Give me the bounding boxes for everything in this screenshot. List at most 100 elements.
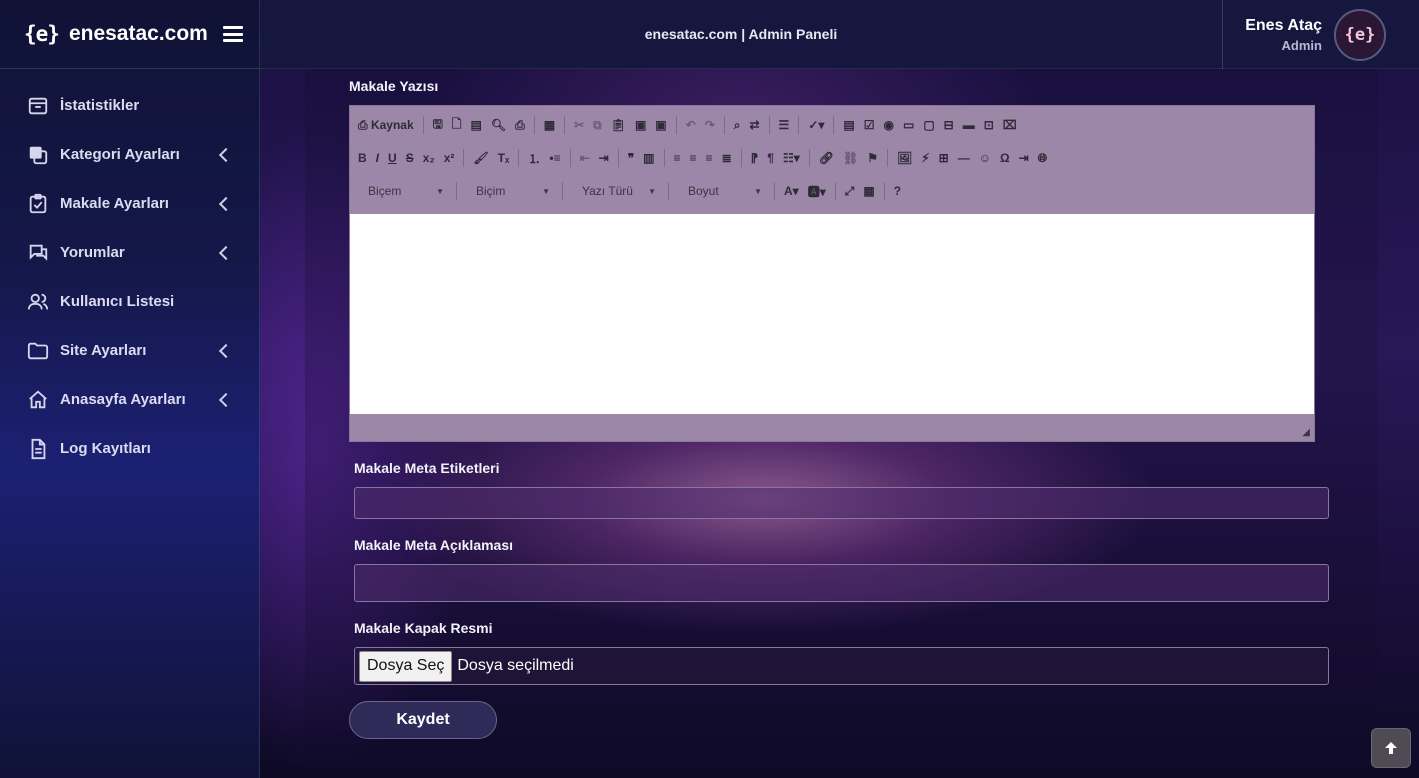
cut-icon[interactable]: ✂: [574, 118, 584, 132]
sidebar-item-users[interactable]: Kullanıcı Listesi: [0, 277, 259, 326]
export-pdf-icon[interactable]: ▤: [471, 118, 482, 132]
sidebar-item-articles[interactable]: Makale Ayarları: [0, 179, 259, 228]
meta-description-input[interactable]: [354, 564, 1329, 602]
maximize-icon[interactable]: ⤢: [845, 184, 855, 199]
paste-word-icon[interactable]: ▣: [655, 118, 666, 132]
table-icon[interactable]: ⊞: [939, 151, 949, 165]
form-icon[interactable]: ▤: [843, 118, 854, 132]
subscript-icon[interactable]: x₂: [423, 151, 435, 165]
page-break-icon[interactable]: ⇥: [1019, 151, 1029, 165]
new-page-icon[interactable]: 🗋: [452, 115, 462, 136]
comments-icon: [26, 241, 50, 265]
sidebar-item-categories[interactable]: Kategori Ayarları: [0, 130, 259, 179]
radio-icon[interactable]: ◉: [884, 118, 894, 132]
smiley-icon[interactable]: ☺: [979, 151, 991, 165]
size-select[interactable]: Boyut ▼: [678, 181, 766, 201]
source-button[interactable]: ⎙ Kaynak: [358, 118, 414, 133]
button-field-icon[interactable]: ▬: [963, 118, 975, 132]
iframe-icon[interactable]: 🌐︎: [1038, 151, 1048, 166]
file-status-text: Dosya seçilmedi: [457, 657, 574, 674]
align-left-icon[interactable]: ≡: [674, 151, 681, 165]
source-button-label: Kaynak: [370, 117, 414, 132]
blockquote-icon[interactable]: ❞: [628, 151, 634, 165]
paste-text-icon[interactable]: ▣: [635, 118, 646, 132]
checkbox-icon[interactable]: ☑: [864, 118, 875, 132]
sidebar-item-statistics[interactable]: İstatistikler: [0, 81, 259, 130]
sidebar-item-comments[interactable]: Yorumlar: [0, 228, 259, 277]
bulleted-list-icon[interactable]: •≡: [549, 151, 560, 165]
copy-icon[interactable]: ⧉: [593, 118, 602, 133]
flash-icon[interactable]: ⚡︎: [921, 151, 929, 165]
spellcheck-icon[interactable]: ✓▾: [808, 118, 824, 132]
horizontal-line-icon[interactable]: —: [958, 151, 970, 165]
toolbar-separator: [518, 149, 520, 167]
style-select[interactable]: Biçem ▼: [358, 181, 448, 201]
image-button-icon[interactable]: ⊡: [984, 118, 994, 132]
text-color-icon[interactable]: A▾: [784, 184, 799, 198]
brand-name[interactable]: enesatac.com: [69, 22, 208, 46]
underline-icon[interactable]: U: [388, 151, 397, 165]
brand-logo[interactable]: {e}: [24, 22, 60, 46]
menu-toggle-icon[interactable]: [222, 26, 243, 42]
textarea-icon[interactable]: ▢: [923, 118, 934, 132]
meta-description-label: Makale Meta Açıklaması: [354, 537, 514, 553]
sidebar-item-homepage-settings[interactable]: Anasayfa Ayarları: [0, 375, 259, 424]
outdent-icon[interactable]: ⇤: [580, 151, 590, 165]
redo-icon[interactable]: ↷: [705, 118, 715, 132]
choose-file-button[interactable]: Dosya Seç: [359, 650, 453, 682]
superscript-icon[interactable]: x²: [444, 151, 455, 165]
sidebar-item-site-settings[interactable]: Site Ayarları: [0, 326, 259, 375]
sidebar-item-logs[interactable]: Log Kayıtları: [0, 424, 259, 473]
select-all-icon[interactable]: ☰: [779, 118, 790, 132]
toolbar-separator: [768, 116, 770, 134]
toolbar-separator: [533, 116, 535, 134]
remove-format-icon[interactable]: Tₓ: [498, 151, 510, 165]
avatar[interactable]: {e}: [1334, 8, 1386, 61]
select-field-icon[interactable]: ⊟: [944, 118, 954, 132]
toolbar-separator: [562, 182, 563, 200]
language-icon[interactable]: ☷▾: [783, 151, 800, 165]
undo-icon[interactable]: ↶: [686, 118, 696, 132]
templates-icon[interactable]: ▦: [544, 118, 555, 132]
unlink-icon[interactable]: ⛓: [843, 151, 858, 165]
save-button[interactable]: Kaydet: [349, 701, 497, 739]
hidden-field-icon[interactable]: ⌧: [1003, 118, 1017, 132]
align-center-icon[interactable]: ≡: [690, 151, 697, 165]
cover-image-label: Makale Kapak Resmi: [354, 620, 493, 636]
font-select[interactable]: Yazı Türü ▼: [572, 181, 660, 201]
scroll-to-top-button[interactable]: [1371, 728, 1411, 768]
text-field-icon[interactable]: ▭: [903, 118, 914, 132]
numbered-list-icon[interactable]: ⒈: [528, 150, 540, 167]
chevron-left-icon: [218, 245, 234, 260]
meta-tags-input[interactable]: [354, 487, 1329, 519]
help-icon[interactable]: ?: [894, 184, 901, 198]
cover-image-file-input[interactable]: Dosya Seç Dosya seçilmedi: [354, 647, 1329, 685]
preview-icon[interactable]: 🔍︎: [491, 118, 506, 132]
special-char-icon[interactable]: Ω: [1000, 151, 1010, 165]
indent-icon[interactable]: ⇥: [599, 151, 609, 165]
show-blocks-icon[interactable]: ▦: [863, 184, 874, 198]
ltr-icon[interactable]: ⁋: [751, 151, 759, 165]
replace-icon[interactable]: ⇄: [749, 118, 759, 132]
find-icon[interactable]: ⌕: [734, 118, 741, 133]
image-icon[interactable]: 🖼︎: [897, 151, 912, 165]
align-right-icon[interactable]: ≡: [706, 151, 713, 165]
format-select[interactable]: Biçim ▼: [466, 181, 554, 201]
copy-format-icon[interactable]: 🖌︎: [473, 151, 488, 165]
paste-icon[interactable]: 📋︎: [611, 118, 626, 132]
italic-icon[interactable]: I: [376, 151, 379, 165]
editor-content-area[interactable]: [350, 214, 1314, 414]
print-icon[interactable]: ⎙: [515, 118, 525, 133]
anchor-flag-icon[interactable]: ⚑: [867, 151, 878, 165]
div-container-icon[interactable]: ▥: [643, 151, 654, 165]
user-menu[interactable]: Enes Ataç Admin {e}: [1222, 0, 1419, 69]
style-select-label: Biçem: [368, 184, 402, 198]
strikethrough-icon[interactable]: S: [406, 151, 414, 165]
rtl-icon[interactable]: ¶: [767, 151, 774, 165]
save-icon[interactable]: 🖫: [433, 115, 443, 136]
link-icon[interactable]: 🔗︎: [819, 151, 834, 165]
resize-handle-icon[interactable]: ◢: [1302, 427, 1310, 438]
bold-icon[interactable]: B: [358, 151, 367, 165]
background-color-icon[interactable]: 🅰︎▾: [808, 183, 826, 200]
align-justify-icon[interactable]: ≣: [722, 151, 732, 165]
